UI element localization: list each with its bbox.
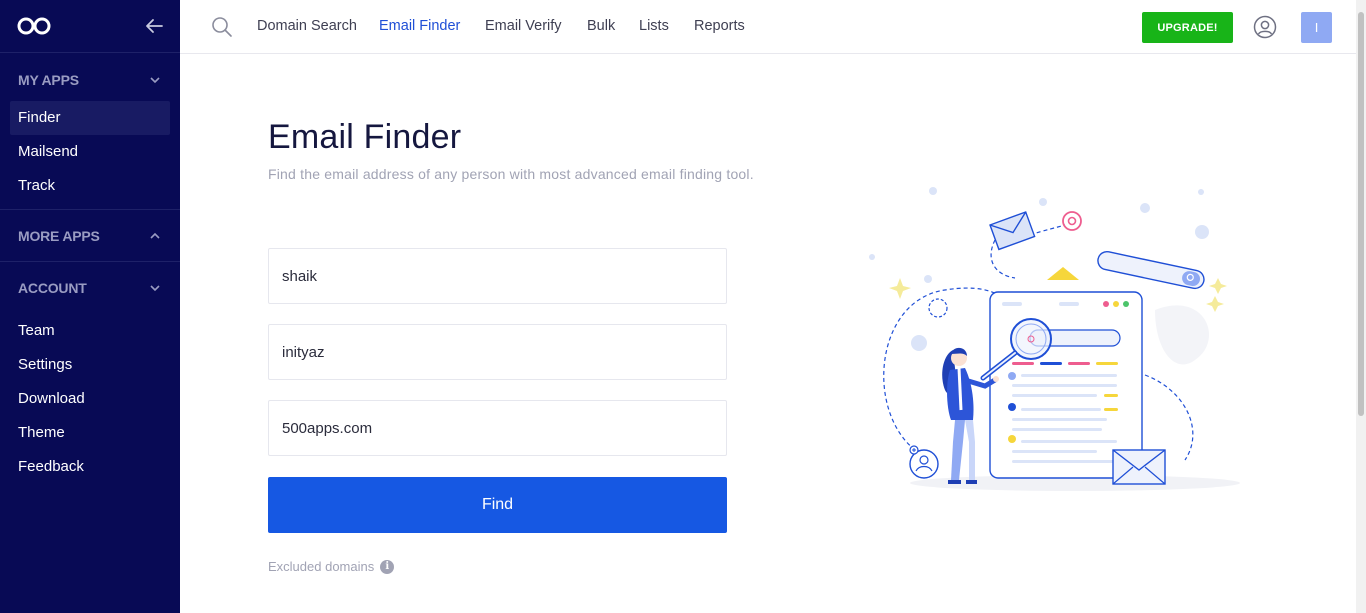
sidebar-item-download[interactable]: Download [10, 382, 170, 416]
sidebar-section-header-my-apps[interactable]: MY APPS [10, 59, 170, 101]
sidebar-section-header-account[interactable]: ACCOUNT [10, 262, 170, 314]
scrollbar[interactable] [1356, 0, 1366, 613]
sidebar-item-finder[interactable]: Finder [10, 101, 170, 135]
nav-link-bulk[interactable]: Bulk [587, 18, 615, 34]
sidebar-section-label: ACCOUNT [18, 280, 87, 296]
sidebar-item-theme[interactable]: Theme [10, 416, 170, 450]
arrow-left-icon[interactable] [143, 15, 165, 37]
page-title: Email Finder [268, 118, 462, 156]
nav-link-lists[interactable]: Lists [639, 18, 669, 34]
excluded-domains-link[interactable]: Excluded domains i [268, 559, 395, 574]
chevron-up-icon [150, 232, 160, 239]
scrollbar-thumb[interactable] [1358, 12, 1364, 416]
chevron-down-icon [150, 285, 160, 292]
last-name-input[interactable] [268, 324, 727, 380]
sidebar-item-settings[interactable]: Settings [10, 348, 170, 382]
sidebar-section-more-apps: MORE APPS [0, 210, 180, 262]
sidebar: MY APPS Finder Mailsend Track MORE APPS … [0, 0, 180, 613]
sidebar-section-header-more-apps[interactable]: MORE APPS [10, 210, 170, 261]
app-root: MY APPS Finder Mailsend Track MORE APPS … [0, 0, 1366, 613]
domain-input[interactable] [268, 400, 727, 456]
nav-link-domain-search[interactable]: Domain Search [257, 18, 357, 34]
sidebar-item-team[interactable]: Team [10, 314, 170, 348]
sidebar-item-track[interactable]: Track [10, 169, 170, 203]
nav-link-email-verify[interactable]: Email Verify [485, 18, 562, 34]
sidebar-header [0, 0, 180, 53]
chevron-down-icon [150, 77, 160, 84]
info-icon[interactable]: i [380, 559, 395, 574]
sidebar-section-label: MY APPS [18, 72, 79, 88]
sidebar-section-account: ACCOUNT Team Settings Download Theme Fee… [0, 262, 180, 484]
sidebar-item-mailsend[interactable]: Mailsend [10, 135, 170, 169]
user-circle-icon[interactable] [1253, 15, 1277, 39]
infinity-logo-icon[interactable] [17, 16, 51, 36]
find-button[interactable]: Find [268, 477, 727, 533]
sidebar-section-my-apps: MY APPS Finder Mailsend Track [0, 53, 180, 210]
first-name-input[interactable] [268, 248, 727, 304]
avatar[interactable]: I [1301, 12, 1332, 43]
sidebar-section-label: MORE APPS [18, 227, 100, 244]
sidebar-item-feedback[interactable]: Feedback [10, 450, 170, 484]
upgrade-button[interactable]: UPGRADE! [1142, 12, 1233, 43]
excluded-domains-label: Excluded domains [268, 559, 375, 574]
search-icon[interactable] [211, 16, 233, 38]
top-nav: Domain Search Email Finder Email Verify … [180, 0, 1356, 54]
nav-link-email-finder[interactable]: Email Finder [379, 18, 460, 34]
email-finder-illustration [869, 187, 1240, 491]
page-subtitle: Find the email address of any person wit… [268, 166, 754, 182]
nav-link-reports[interactable]: Reports [694, 18, 745, 34]
